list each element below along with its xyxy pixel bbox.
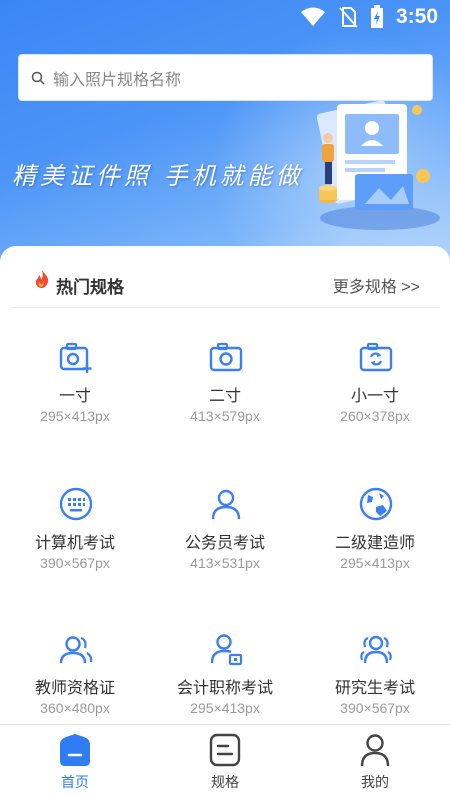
banner-slogan: 精美证件照 手机就能做 <box>12 162 304 190</box>
spec-name: 二寸 <box>208 388 241 405</box>
globe-icon <box>359 487 393 521</box>
nav-specs[interactable]: 规格 <box>150 725 300 799</box>
bottom-nav: 首页 规格 我的 <box>0 724 450 799</box>
search-placeholder: 输入照片规格名称 <box>53 71 182 89</box>
spec-item[interactable]: 一寸 295×413px <box>0 330 150 440</box>
spec-name: 计算机考试 <box>34 535 115 552</box>
status-bar: 3:50 <box>0 0 450 36</box>
spec-item[interactable]: 二寸 413×579px <box>150 330 300 440</box>
spec-name: 教师资格证 <box>34 680 115 697</box>
fire-icon <box>35 270 49 288</box>
spec-name: 一寸 <box>58 388 91 405</box>
spec-name: 二级建造师 <box>334 535 415 552</box>
spec-size: 295×413px <box>190 700 260 716</box>
document-icon <box>209 733 241 767</box>
search-icon <box>31 71 45 85</box>
nav-label: 首页 <box>61 774 89 790</box>
camera-switch-icon <box>359 342 393 372</box>
spec-name: 研究生考试 <box>334 680 415 697</box>
spec-size: 295×413px <box>340 555 410 571</box>
spec-item[interactable]: 二级建造师 295×413px <box>300 477 450 587</box>
spec-name: 会计职称考试 <box>176 680 273 697</box>
hot-specs-header: 热门规格 更多规格 >> <box>12 252 440 308</box>
search-input[interactable]: 输入照片规格名称 <box>18 54 433 101</box>
spec-item[interactable]: 小一寸 260×378px <box>300 330 450 440</box>
nav-mine[interactable]: 我的 <box>300 725 450 799</box>
spec-size: 360×480px <box>40 700 110 716</box>
person-card-icon <box>210 634 243 666</box>
spec-size: 260×378px <box>340 408 410 424</box>
spec-item[interactable]: 教师资格证 360×480px <box>0 622 150 732</box>
nav-label: 我的 <box>361 774 389 790</box>
spec-item[interactable]: 计算机考试 390×567px <box>0 477 150 587</box>
more-specs-link[interactable]: 更多规格 >> <box>333 273 420 297</box>
spec-size: 295×413px <box>40 408 110 424</box>
camera-add-icon <box>59 342 92 373</box>
spec-name: 公务员考试 <box>184 535 265 552</box>
users-icon <box>59 636 93 664</box>
nav-label: 规格 <box>211 774 239 790</box>
home-icon <box>60 734 90 766</box>
section-title: 热门规格 <box>56 278 124 297</box>
id-photo-illustration <box>316 100 440 230</box>
spec-item[interactable]: 公务员考试 413×531px <box>150 477 300 587</box>
group-icon <box>360 635 392 664</box>
spec-item[interactable]: 研究生考试 390×567px <box>300 622 450 732</box>
camera-icon <box>209 342 243 372</box>
spec-item[interactable]: 会计职称考试 295×413px <box>150 622 300 732</box>
battery-charging-icon <box>370 5 383 28</box>
user-icon <box>360 734 390 767</box>
person-icon <box>211 489 241 520</box>
status-icons: 3:50 <box>300 5 438 29</box>
no-sim-icon <box>339 7 358 28</box>
status-time: 3:50 <box>395 5 438 28</box>
wifi-icon <box>300 7 325 26</box>
nav-home[interactable]: 首页 <box>0 725 150 799</box>
keyboard-icon <box>59 487 93 521</box>
spec-size: 413×579px <box>190 408 260 424</box>
spec-size: 390×567px <box>340 700 410 716</box>
spec-size: 413×531px <box>190 555 260 571</box>
spec-name: 小一寸 <box>350 388 399 405</box>
spec-size: 390×567px <box>40 555 110 571</box>
header-banner: 3:50 输入照片规格名称 精美证件照 手机就能做 <box>0 0 450 270</box>
